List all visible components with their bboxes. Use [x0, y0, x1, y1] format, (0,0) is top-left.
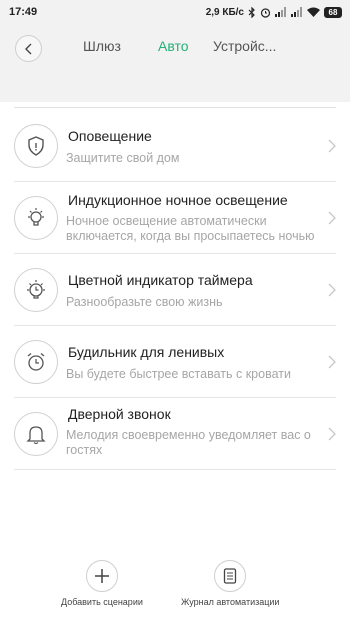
- item-title: Будильник для ленивых: [68, 344, 225, 360]
- tab-auto[interactable]: Авто: [158, 38, 189, 54]
- automation-list: Оповещение Защитите свой дом Индукционно…: [0, 110, 350, 470]
- chevron-right-icon: [328, 139, 336, 153]
- status-indicators: 2,9 КБ/с 68: [205, 6, 342, 18]
- log-icon: [224, 568, 237, 584]
- list-item-alert[interactable]: Оповещение Защитите свой дом: [0, 110, 350, 182]
- chevron-left-icon: [24, 43, 31, 54]
- alarm-icon: [260, 7, 271, 18]
- plus-icon: [94, 569, 109, 583]
- item-description: Защитите свой дом: [66, 151, 180, 165]
- automation-log-label: Журнал автоматизации: [181, 597, 280, 607]
- wifi-icon: [307, 7, 320, 17]
- add-circle[interactable]: [85, 560, 118, 592]
- shield-icon: [14, 124, 58, 168]
- item-description: Разнообразьте свою жизнь: [66, 295, 223, 309]
- network-speed: 2,9 КБ/с: [205, 6, 244, 18]
- list-item-doorbell[interactable]: Дверной звонок Мелодия своевременно увед…: [0, 398, 350, 470]
- log-circle[interactable]: [214, 560, 247, 592]
- add-scenario-label: Добавить сценарии: [61, 597, 143, 607]
- item-title: Индукционное ночное освещение: [68, 192, 288, 208]
- lightbulb-icon: [14, 196, 58, 240]
- timer-bulb-icon: [14, 268, 58, 312]
- item-description: Ночное освещение автоматически включаетс…: [66, 214, 315, 243]
- alarm-clock-icon: [14, 340, 58, 384]
- tab-gateway[interactable]: Шлюз: [83, 38, 121, 54]
- bell-icon: [14, 412, 58, 456]
- list-item-night-light[interactable]: Индукционное ночное освещение Ночное осв…: [0, 182, 350, 254]
- status-time: 17:49: [9, 6, 38, 18]
- chevron-right-icon: [328, 427, 336, 441]
- bluetooth-icon: [248, 6, 256, 18]
- header-area: 17:49 2,9 КБ/с 68 Шлюз Авто Устройс...: [0, 0, 350, 102]
- item-title: Дверной звонок: [68, 406, 171, 422]
- back-button[interactable]: [15, 35, 42, 62]
- nav-bar: Шлюз Авто Устройс...: [0, 24, 350, 72]
- status-bar: 17:49 2,9 КБ/с 68: [0, 0, 350, 24]
- top-divider: [14, 107, 336, 108]
- chevron-right-icon: [328, 355, 336, 369]
- signal-icon-1: [275, 7, 287, 17]
- item-title: Оповещение: [68, 128, 152, 144]
- item-description: Мелодия своевременно уведомляет вас о го…: [66, 428, 311, 457]
- chevron-right-icon: [328, 283, 336, 297]
- tab-devices[interactable]: Устройс...: [213, 38, 276, 54]
- list-item-timer-indicator[interactable]: Цветной индикатор таймера Разнообразьте …: [0, 254, 350, 326]
- item-description: Вы будете быстрее вставать с кровати: [66, 367, 291, 381]
- automation-log-button[interactable]: Журнал автоматизации: [181, 560, 279, 607]
- item-title: Цветной индикатор таймера: [68, 272, 253, 288]
- add-scenario-button[interactable]: Добавить сценарии: [61, 560, 143, 607]
- battery-icon: 68: [324, 6, 342, 18]
- chevron-right-icon: [328, 211, 336, 225]
- list-item-lazy-alarm[interactable]: Будильник для ленивых Вы будете быстрее …: [0, 326, 350, 398]
- signal-icon-2: [291, 7, 303, 17]
